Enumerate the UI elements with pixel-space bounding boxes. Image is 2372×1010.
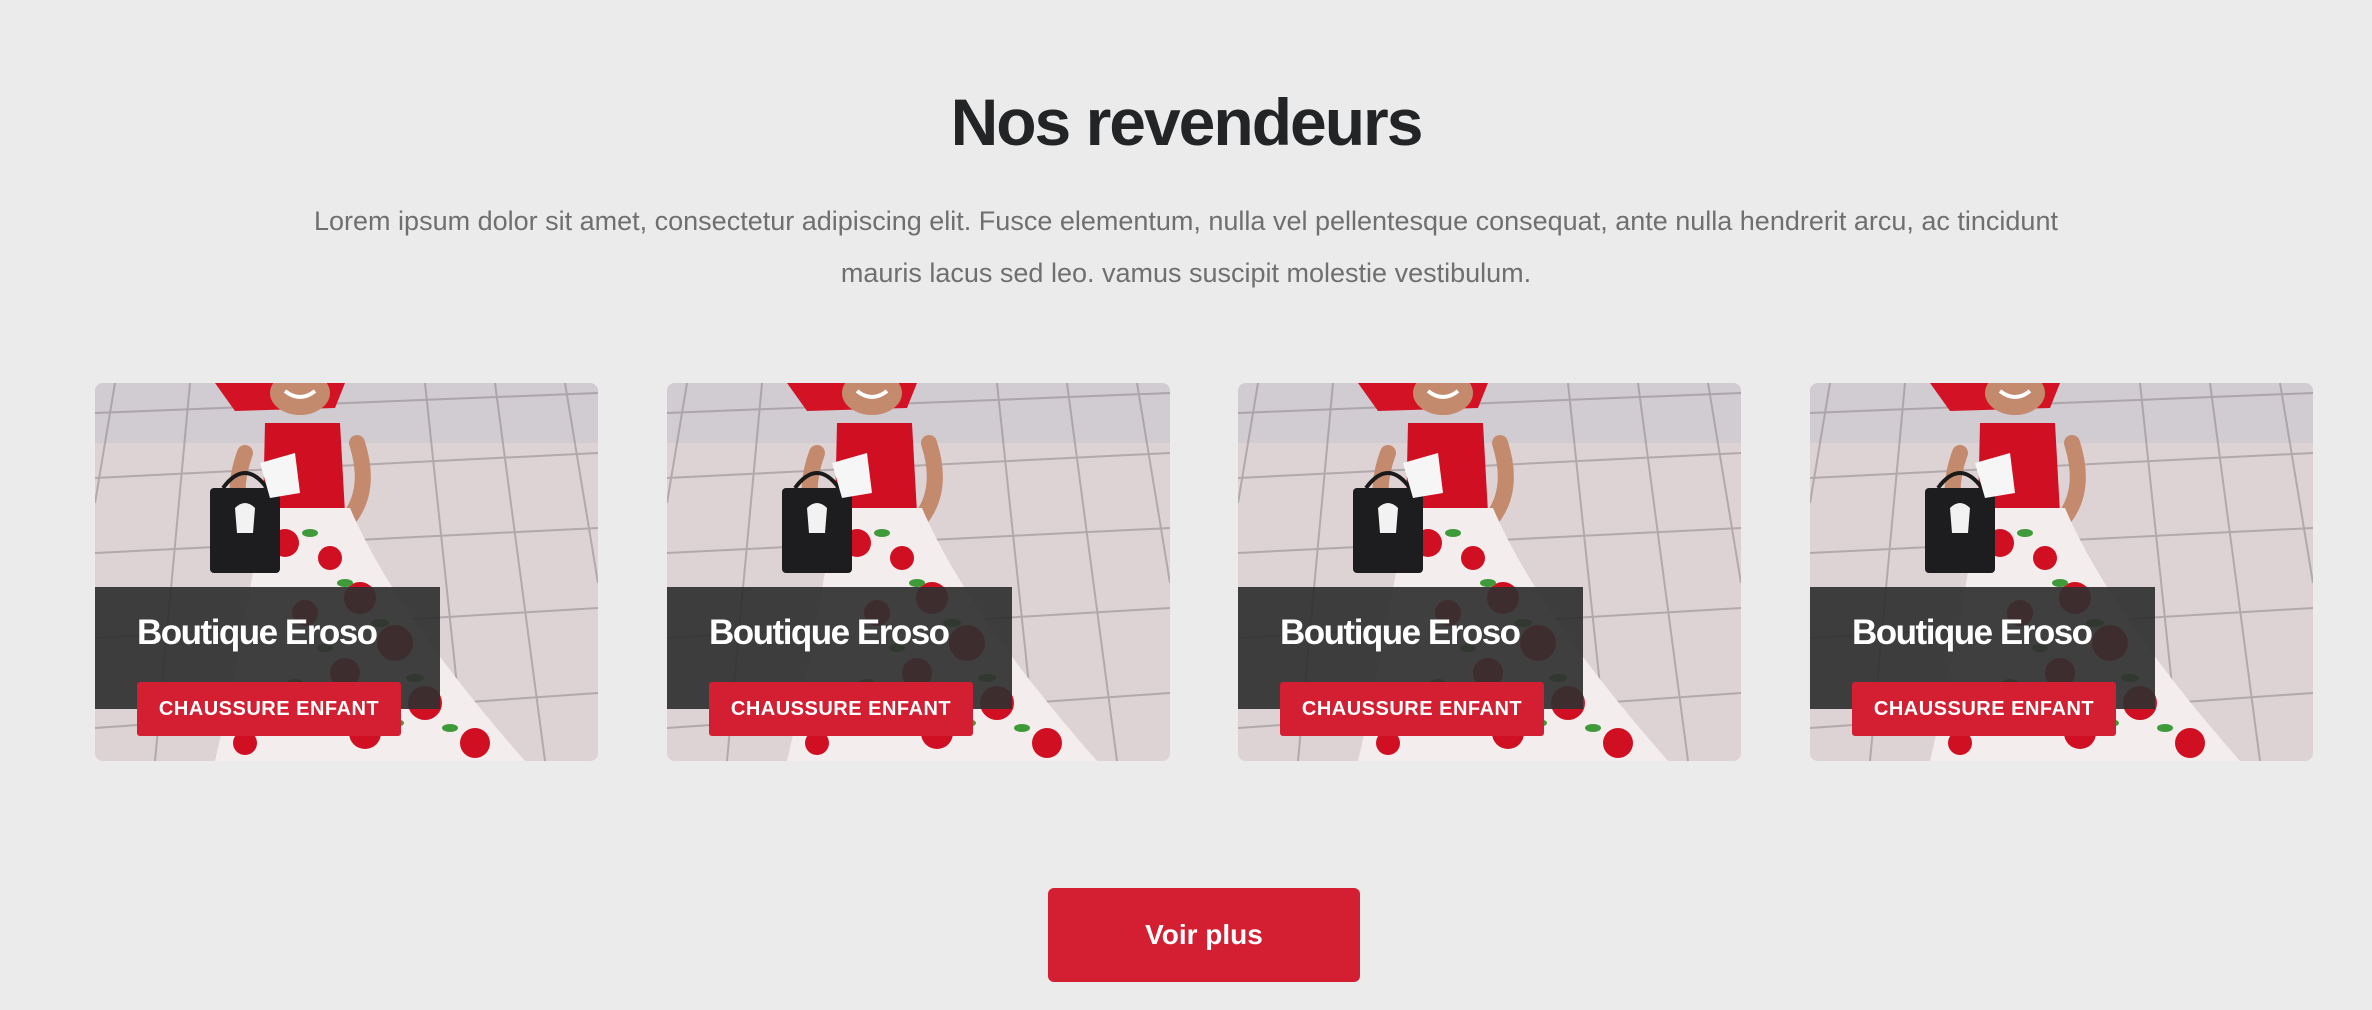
card-title: Boutique Eroso	[1852, 613, 2093, 652]
reseller-cards: Boutique Eroso CHAUSSURE ENFANT Boutique…	[95, 383, 2313, 761]
page-title: Nos revendeurs	[950, 85, 1424, 160]
section-intro: Lorem ipsum dolor sit amet, consectetur …	[314, 206, 2058, 288]
reseller-card[interactable]: Boutique Eroso CHAUSSURE ENFANT	[95, 383, 598, 761]
reseller-card[interactable]: Boutique Eroso CHAUSSURE ENFANT	[1810, 383, 2313, 761]
reseller-card[interactable]: Boutique Eroso CHAUSSURE ENFANT	[667, 383, 1170, 761]
see-more-button[interactable]: Voir plus	[1048, 888, 1360, 982]
card-category-button[interactable]: CHAUSSURE ENFANT	[1852, 682, 2116, 736]
card-title: Boutique Eroso	[137, 613, 378, 652]
card-category-button[interactable]: CHAUSSURE ENFANT	[137, 682, 401, 736]
card-category-button[interactable]: CHAUSSURE ENFANT	[709, 682, 973, 736]
card-title: Boutique Eroso	[1280, 613, 1521, 652]
reseller-card[interactable]: Boutique Eroso CHAUSSURE ENFANT	[1238, 383, 1741, 761]
card-title: Boutique Eroso	[709, 613, 950, 652]
card-category-button[interactable]: CHAUSSURE ENFANT	[1280, 682, 1544, 736]
